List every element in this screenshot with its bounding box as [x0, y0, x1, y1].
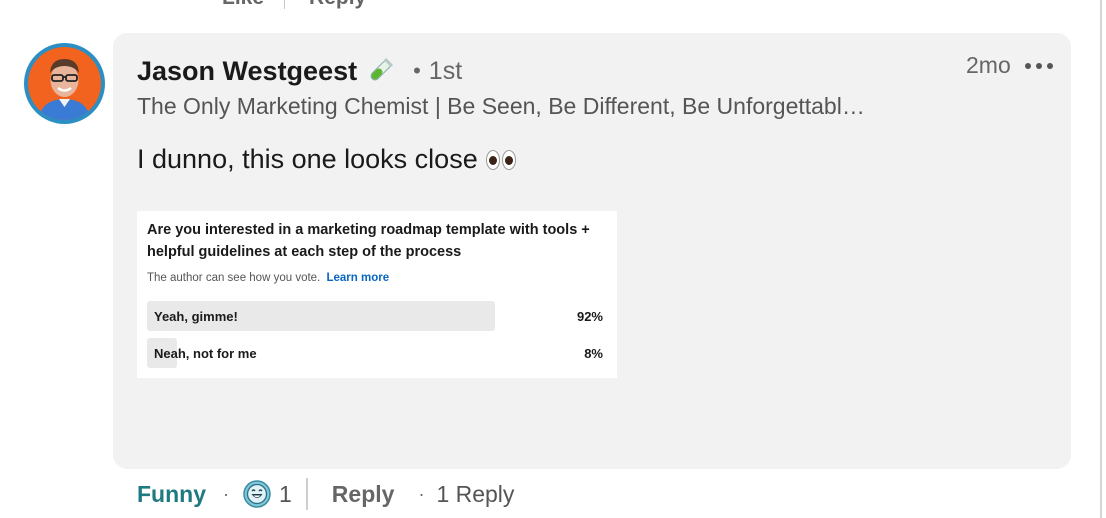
comment-text: I dunno, this one looks close	[137, 144, 478, 174]
learn-more-link[interactable]: Learn more	[326, 272, 389, 284]
poll-question: Are you interested in a marketing roadma…	[147, 222, 590, 260]
author-headline: The Only Marketing Chemist | Be Seen, Be…	[137, 93, 865, 119]
connection-degree: 1st	[428, 56, 463, 85]
poll-option-2: Neah, not for me 8%	[147, 338, 603, 368]
reaction-count[interactable]: 1	[279, 481, 292, 508]
author-row: Jason Westgeest • 1st	[137, 54, 462, 88]
comment-text-row: I dunno, this one looks close	[137, 144, 516, 175]
action-divider	[284, 0, 286, 9]
like-button[interactable]: Like	[222, 0, 264, 10]
footer-dot-2: ·	[418, 483, 425, 504]
poll-note-row: The author can see how you vote. Learn m…	[147, 272, 389, 284]
avatar[interactable]	[24, 43, 105, 124]
author-name[interactable]: Jason Westgeest	[137, 56, 357, 87]
reply-button-top[interactable]: Reply	[309, 0, 366, 10]
footer-dot: ·	[223, 483, 229, 504]
avatar-photo	[28, 47, 101, 120]
poll-note: The author can see how you vote.	[147, 272, 321, 284]
comment-footer: Funny · 1 Reply · 1 Reply	[137, 478, 514, 510]
more-options-icon[interactable]	[1025, 60, 1053, 72]
poll-option-1-percent: 92%	[576, 309, 603, 324]
laughing-face-icon[interactable]	[243, 480, 271, 508]
poll-option-2-percent: 8%	[584, 346, 603, 361]
test-tube-icon	[370, 58, 393, 81]
previous-comment-actions: Like Reply	[222, 0, 366, 10]
poll-option-2-label: Neah, not for me	[154, 346, 257, 361]
degree-separator: •	[413, 58, 421, 83]
poll-option-1: Yeah, gimme! 92%	[147, 301, 603, 331]
footer-divider	[305, 478, 308, 510]
reaction-button[interactable]: Funny	[137, 481, 206, 508]
comment-time: 2mo	[966, 52, 1011, 78]
scrollbar[interactable]	[1100, 0, 1102, 518]
reply-button[interactable]: Reply	[332, 481, 395, 508]
reply-count-link[interactable]: 1 Reply	[436, 481, 514, 508]
poll-option-1-label: Yeah, gimme!	[154, 309, 238, 324]
poll-image[interactable]: Are you interested in a marketing roadma…	[137, 211, 617, 378]
eyes-icon	[485, 149, 516, 170]
